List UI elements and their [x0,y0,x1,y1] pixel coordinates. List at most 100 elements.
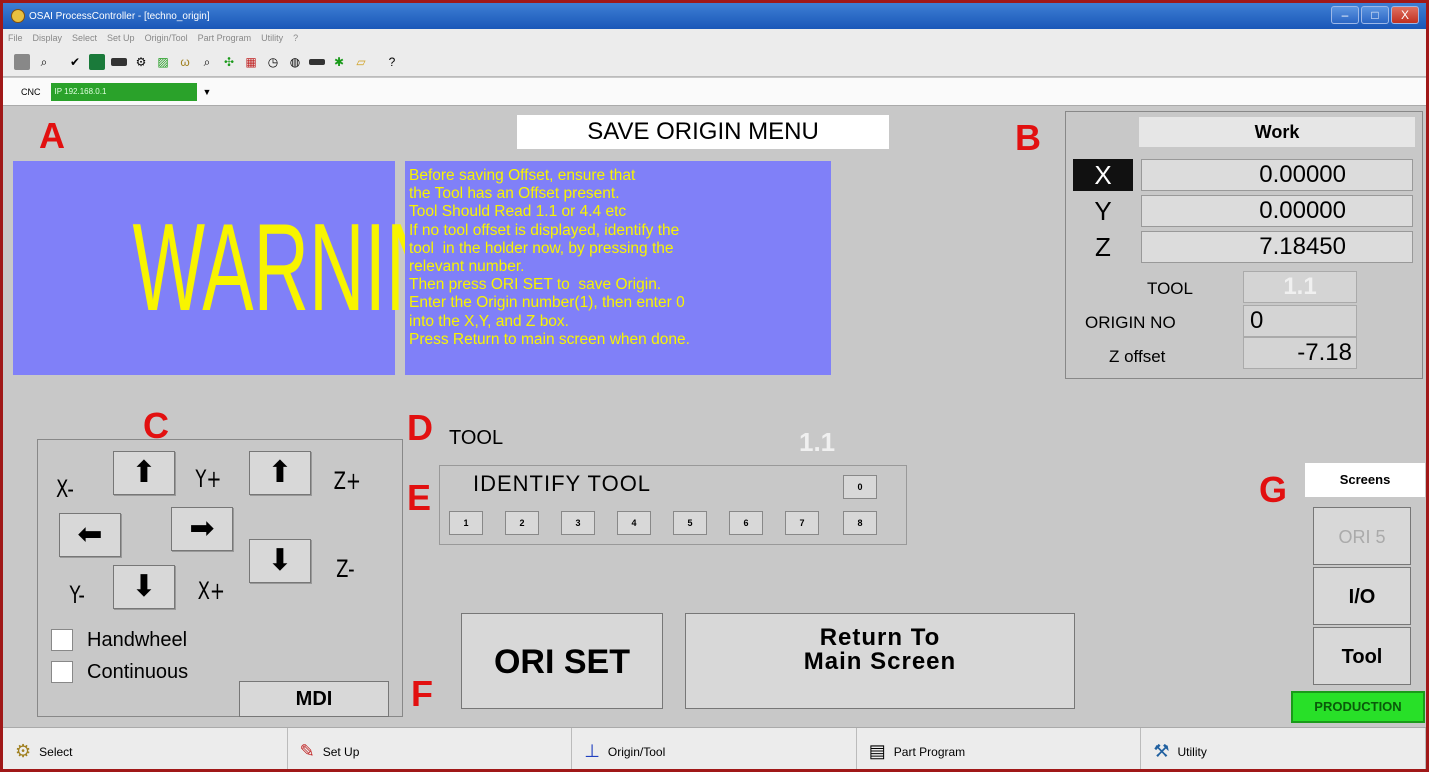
pen-icon[interactable]: ✔ [67,54,83,70]
wrench-icon: ⚒ [1153,741,1170,761]
tool-8-button[interactable]: 8 [843,511,877,535]
bottom-bar: ⚙ Select ✎ Set Up ⊥ Origin/Tool ▤ Part Progr… [3,727,1426,769]
origin-no-label: ORIGIN NO [1085,313,1176,332]
tool-1-button[interactable]: 1 [449,511,483,535]
menu-help[interactable]: ? [293,33,298,43]
bottom-select-label: Select [39,744,73,759]
tool-2-button[interactable]: 2 [505,511,539,535]
return-line-2: Main Screen [803,648,957,675]
chevron-down-icon[interactable]: ▼ [203,87,212,97]
page-title: SAVE ORIGIN MENU [517,115,889,149]
jog-y-minus-button[interactable]: ⬇ [113,565,175,609]
menu-file[interactable]: File [8,33,23,43]
tool-icon[interactable]: ⚙ [133,54,149,70]
tool-4-button[interactable]: 4 [617,511,651,535]
bottom-utility-label: Utility [1177,744,1207,759]
tool-7-button[interactable]: 7 [785,511,819,535]
handwheel-checkbox[interactable] [51,629,73,651]
magnify-icon[interactable]: ⌕ [199,54,215,70]
tool-3-button[interactable]: 3 [561,511,595,535]
work-header: Work [1139,117,1415,147]
bottom-setup-label: Set Up [322,744,360,759]
help-icon[interactable]: ? [384,54,400,70]
compass-icon[interactable]: ✣ [221,54,237,70]
bottom-utility-button[interactable]: ⚒ Utility [1141,728,1426,769]
chart-icon[interactable]: ▨ [155,54,171,70]
close-button[interactable]: X [1391,6,1419,24]
wave-icon[interactable]: ω [177,54,193,70]
axis-z-value: 7.18450 [1141,231,1413,263]
zoffset-value: -7.18 [1243,337,1357,369]
axis-y-label[interactable]: Y [1073,195,1133,227]
bottom-origin-tool-button[interactable]: ⊥ Origin/Tool [572,728,857,769]
origin-no-value[interactable]: 0 [1243,305,1357,337]
stop-icon[interactable] [14,53,30,70]
main-panel: A B C D E F G H SAVE ORIGIN MENU WARNING… [3,107,1426,727]
menu-select[interactable]: Select [72,33,97,43]
jog-x-plus-label: X+ [197,577,225,605]
tool-5-button[interactable]: 5 [673,511,707,535]
return-line-1: Return To [819,624,941,651]
toolbar: ⌕ ✔ ⚙ ▨ ω ⌕ ✣ ▦ ◷ ◍ ✱ ▱ ? [3,47,1426,77]
continuous-checkbox[interactable] [51,661,73,683]
label-e: E [407,477,432,518]
menu-utility[interactable]: Utility [261,33,283,43]
maximize-button[interactable]: □ [1361,6,1389,24]
label-d: D [407,407,433,448]
jog-y-plus-label: Y+ [195,465,222,493]
bottom-setup-button[interactable]: ✎ Set Up [288,728,573,769]
bottom-part-program-label: Part Program [893,744,966,759]
globe-icon[interactable]: ◍ [287,54,303,70]
jog-x-minus-label: X- [55,475,74,503]
menu-setup[interactable]: Set Up [107,33,135,43]
axis-x-value: 0.00000 [1141,159,1413,191]
work-tool-label: TOOL [1147,279,1193,298]
cnc-bar: CNC IP 192.168.0.1 ▼ [3,78,1426,106]
pen-icon: ✎ [299,741,315,761]
mdi-button[interactable]: MDI [239,681,389,717]
screen-io-button[interactable]: I/O [1313,567,1411,625]
search-icon[interactable]: ⌕ [36,54,52,70]
screen-ori5-button[interactable]: ORI 5 [1313,507,1411,565]
bottom-select-button[interactable]: ⚙ Select [3,728,288,769]
menu-origin-tool[interactable]: Origin/Tool [145,33,188,43]
clock-icon[interactable]: ◷ [265,54,281,70]
jog-z-plus-label: Z+ [333,467,361,495]
menu-part-program[interactable]: Part Program [198,33,252,43]
folder-icon[interactable]: ▱ [353,54,369,70]
gears-icon: ⚙ [15,741,32,761]
return-main-button[interactable]: Return To Main Screen [685,613,1075,709]
bar-icon[interactable] [309,58,325,65]
bottom-part-program-button[interactable]: ▤ Part Program [857,728,1142,769]
identify-tool-label: IDENTIFY TOOL [473,471,652,496]
app-icon [11,9,25,23]
warning-instructions: Before saving Offset, ensure that the To… [405,161,831,375]
gear-icon[interactable]: ▦ [243,54,259,70]
axis-z-label[interactable]: Z [1073,231,1133,263]
tool-value: 1.1 [799,427,836,457]
star-icon[interactable]: ✱ [331,54,347,70]
work-tool-value: 1.1 [1243,271,1357,303]
tool-6-button[interactable]: 6 [729,511,763,535]
cnc-ip-select[interactable]: IP 192.168.0.1 [50,82,197,101]
tool-label: TOOL [449,427,504,449]
ori-set-button[interactable]: ORI SET [461,613,663,709]
jog-x-plus-button[interactable]: ➡ [171,507,233,551]
jog-z-minus-label: Z- [336,555,355,583]
jog-x-minus-button[interactable]: ⬅ [59,513,121,557]
handwheel-label: Handwheel [87,629,188,651]
screen-tool-button[interactable]: Tool [1313,627,1411,685]
jog-y-plus-button[interactable]: ⬆ [113,451,175,495]
grid-icon[interactable] [89,53,105,70]
menu-display[interactable]: Display [33,33,63,43]
jog-z-minus-button[interactable]: ⬇ [249,539,311,583]
window-title: OSAI ProcessController - [techno_origin] [29,10,210,22]
continuous-label: Continuous [87,661,189,683]
label-f: F [411,673,433,714]
cnc-label: CNC [21,86,41,97]
jog-z-plus-button[interactable]: ⬆ [249,451,311,495]
tool-0-button[interactable]: 0 [843,475,877,499]
square-icon[interactable] [111,57,127,66]
axis-x-label[interactable]: X [1073,159,1133,191]
minimize-button[interactable]: – [1331,6,1359,24]
